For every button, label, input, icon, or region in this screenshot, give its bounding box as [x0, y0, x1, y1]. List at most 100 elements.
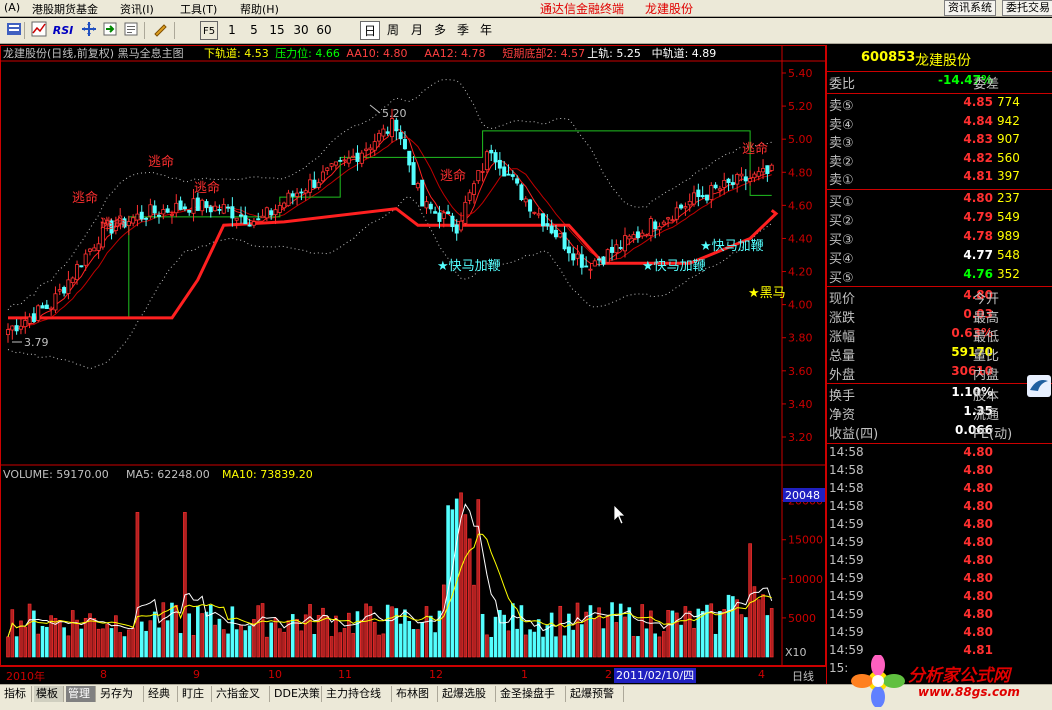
menu-bar: (A) 港股期货基金 资讯(I) 工具(T) 帮助(H) 通达信金融终端 龙建股…	[0, 0, 1052, 17]
tab-10[interactable]: 起爆选股	[440, 686, 496, 702]
period-week[interactable]: 周	[384, 21, 402, 40]
candle-body	[195, 197, 200, 211]
stat-row: 现价 4.80 今开	[829, 288, 1000, 307]
bid-row[interactable]: 买④ 4.77 548	[827, 248, 1052, 267]
volume-bar	[221, 629, 226, 658]
volume-bar	[571, 629, 576, 658]
period-year[interactable]: 年	[477, 21, 495, 40]
candle-body	[377, 132, 382, 142]
tab-4[interactable]: 经典	[146, 686, 178, 702]
ma5-label: MA5: 62248.00	[126, 468, 210, 481]
period-60min[interactable]: 60	[314, 21, 334, 40]
menu-item-a[interactable]: (A)	[4, 1, 20, 14]
period-5min[interactable]: 5	[246, 21, 262, 40]
kline-chart-svg[interactable]: 龙建股份(日线,前复权) 黑马全息主图 下轨道: 4.53 压力位: 4.66 AA1…	[0, 45, 826, 666]
menu-item-help[interactable]: 帮助(H)	[240, 1, 279, 17]
candle-body	[325, 167, 330, 171]
volume-axis-label: 10000	[788, 573, 823, 586]
rsi-icon[interactable]: RSI	[51, 21, 75, 40]
indicator-label: AA10: 4.80	[346, 47, 407, 60]
tab-3[interactable]: 另存为	[98, 686, 144, 702]
candle-body	[553, 229, 558, 238]
candle-body	[148, 204, 153, 217]
candle-body	[437, 212, 442, 222]
volume-bar	[532, 631, 537, 658]
bid-row[interactable]: 买⑤ 4.76 352	[827, 267, 1052, 286]
volume-bar	[472, 584, 476, 658]
menu-item-tools[interactable]: 工具(T)	[180, 1, 217, 17]
candle-body	[415, 183, 420, 189]
tab-11[interactable]: 金圣操盘手	[498, 686, 566, 702]
period-quarter[interactable]: 季	[454, 21, 472, 40]
volume-bar	[424, 606, 429, 658]
tab-12[interactable]: 起爆预警	[568, 686, 624, 702]
volume-bar	[213, 624, 217, 658]
period-multi[interactable]: 多	[431, 21, 449, 40]
info-icon[interactable]	[121, 21, 140, 40]
tab-0[interactable]: 指标	[2, 686, 32, 702]
tab-9[interactable]: 布林图	[394, 686, 438, 702]
volume-bar	[265, 636, 269, 658]
candle-body	[299, 191, 304, 194]
volume-bar	[679, 624, 683, 658]
candle-body	[541, 213, 546, 227]
candle-body	[584, 265, 589, 268]
tab-7[interactable]: DDE决策	[272, 686, 322, 702]
tab-6[interactable]: 六指金叉	[214, 686, 270, 702]
bid-row[interactable]: 买① 4.80 237	[827, 191, 1052, 210]
volume-bar	[286, 620, 291, 658]
menu-item-hk-futures[interactable]: 港股期货基金	[32, 1, 98, 17]
login-icon[interactable]	[100, 21, 119, 40]
tab-2[interactable]: 管理	[66, 686, 96, 702]
ask-row[interactable]: 卖① 4.81 397	[827, 169, 1052, 188]
bid-row[interactable]: 买② 4.79 549	[827, 210, 1052, 229]
ask-row[interactable]: 卖⑤ 4.85 774	[827, 95, 1052, 114]
app-window: (A) 港股期货基金 资讯(I) 工具(T) 帮助(H) 通达信金融终端 龙建股…	[0, 0, 1052, 710]
volume-bar	[308, 604, 312, 658]
volume-bar	[541, 636, 545, 658]
chart-icon[interactable]	[29, 21, 48, 40]
period-1min[interactable]: 1	[224, 21, 240, 40]
cross-icon[interactable]	[79, 21, 98, 40]
period-month[interactable]: 月	[408, 21, 426, 40]
menu-item-info[interactable]: 资讯(I)	[120, 1, 154, 17]
tab-8[interactable]: 主力持仓线	[324, 686, 392, 702]
volume-bar	[381, 633, 386, 658]
ask-row[interactable]: 卖③ 4.83 907	[827, 132, 1052, 151]
tab-5[interactable]: 盯庄	[180, 686, 212, 702]
tab-1[interactable]: 模板	[34, 686, 64, 702]
bird-icon[interactable]	[1027, 375, 1051, 397]
kline-chart-area[interactable]: 龙建股份(日线,前复权) 黑马全息主图 下轨道: 4.53 压力位: 4.66 AA1…	[0, 45, 826, 666]
volume-bar	[666, 610, 670, 658]
volume-bar	[101, 628, 105, 658]
chart-frame	[0, 45, 826, 666]
period-day[interactable]: 日	[360, 21, 380, 40]
grid-icon[interactable]	[4, 21, 23, 40]
stock-code: 600853	[861, 50, 916, 65]
trade-button[interactable]: 委托交易	[1002, 0, 1052, 16]
bid-row[interactable]: 买③ 4.78 989	[827, 229, 1052, 248]
date-label: 1	[521, 668, 528, 681]
ask-row[interactable]: 卖④ 4.84 942	[827, 114, 1052, 133]
candle-body	[506, 173, 511, 176]
candle-body	[713, 184, 718, 189]
pencil-icon[interactable]	[150, 21, 169, 40]
price-axis-label: 3.80	[788, 332, 813, 345]
candle-body	[389, 118, 394, 138]
fast-horse-signal-label: ★快马加鞭	[700, 239, 764, 254]
news-system-button[interactable]: 资讯系统	[944, 0, 996, 16]
f5-button[interactable]: F5	[200, 21, 218, 40]
volume-bar	[226, 633, 230, 658]
ask-row[interactable]: 卖② 4.82 560	[827, 151, 1052, 170]
date-label: 12	[429, 668, 443, 681]
candle-body	[269, 210, 274, 216]
candle-body	[579, 254, 584, 268]
fast-horse-signal-label: ★快马加鞭	[437, 259, 501, 274]
volume-bar	[580, 624, 584, 658]
candle-body	[174, 202, 179, 214]
volume-bar	[623, 616, 627, 658]
period-15min[interactable]: 15	[267, 21, 287, 40]
volume-bar	[217, 618, 222, 658]
period-30min[interactable]: 30	[291, 21, 311, 40]
indicator-label: AA12: 4.78	[424, 47, 485, 60]
